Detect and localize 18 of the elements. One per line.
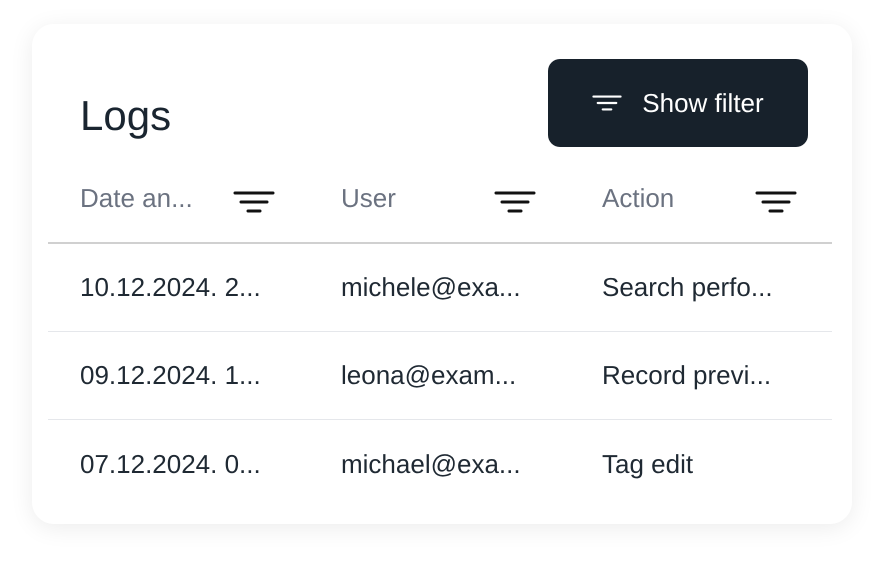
column-header: Date an... bbox=[80, 182, 193, 215]
table-cell: 07.12.2024. 0... bbox=[80, 448, 261, 478]
page-title: Logs bbox=[80, 90, 172, 141]
table-cell: 10.12.2024. 2... bbox=[80, 272, 261, 302]
filter-icon bbox=[592, 94, 622, 112]
table-cell: michele@exa... bbox=[341, 272, 521, 302]
column-filter-icon[interactable] bbox=[755, 190, 797, 214]
column-header: Action bbox=[602, 182, 674, 215]
table-cell: leona@exam... bbox=[341, 360, 516, 390]
column-filter-icon[interactable] bbox=[494, 190, 536, 214]
column-filter-icon[interactable] bbox=[233, 190, 275, 214]
table-cell: Record previ... bbox=[602, 360, 772, 390]
table-cell: 09.12.2024. 1... bbox=[80, 360, 261, 390]
column-header: User bbox=[341, 182, 396, 215]
table-cell: michael@exa... bbox=[341, 448, 521, 478]
show-filter-button[interactable]: Show filter bbox=[548, 59, 808, 147]
table-cell: Tag edit bbox=[602, 448, 694, 478]
table-cell: Search perfo... bbox=[602, 272, 773, 302]
